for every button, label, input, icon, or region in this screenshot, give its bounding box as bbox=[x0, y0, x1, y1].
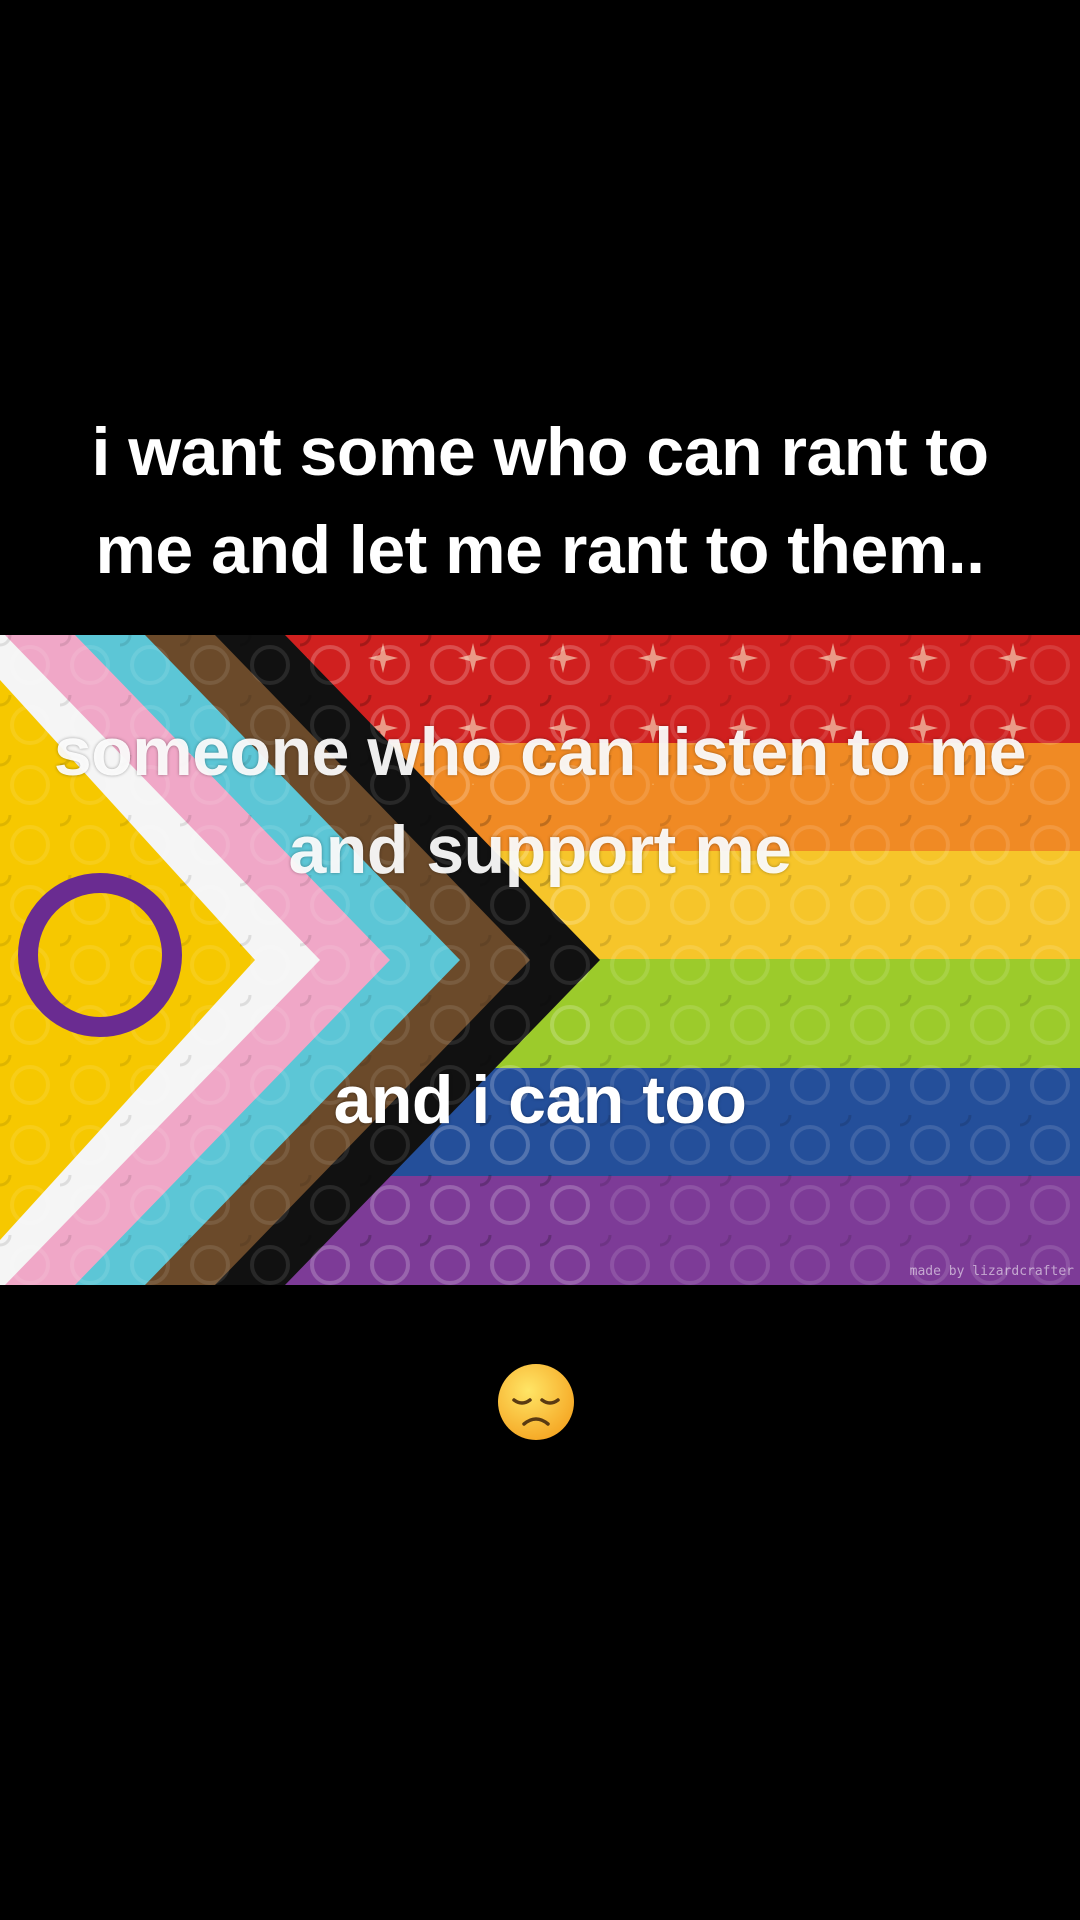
watermark-text: made by lizardcrafter bbox=[909, 1264, 1074, 1279]
video-frame: i want some who can rant to me and let m… bbox=[0, 0, 1080, 1920]
caption-top-text: i want some who can rant to me and let m… bbox=[91, 414, 989, 588]
disappointed-face-icon bbox=[496, 1362, 576, 1442]
caption-lower-text: and i can too bbox=[333, 1062, 747, 1138]
caption-middle-text: someone who can listen to me and support… bbox=[53, 714, 1027, 888]
